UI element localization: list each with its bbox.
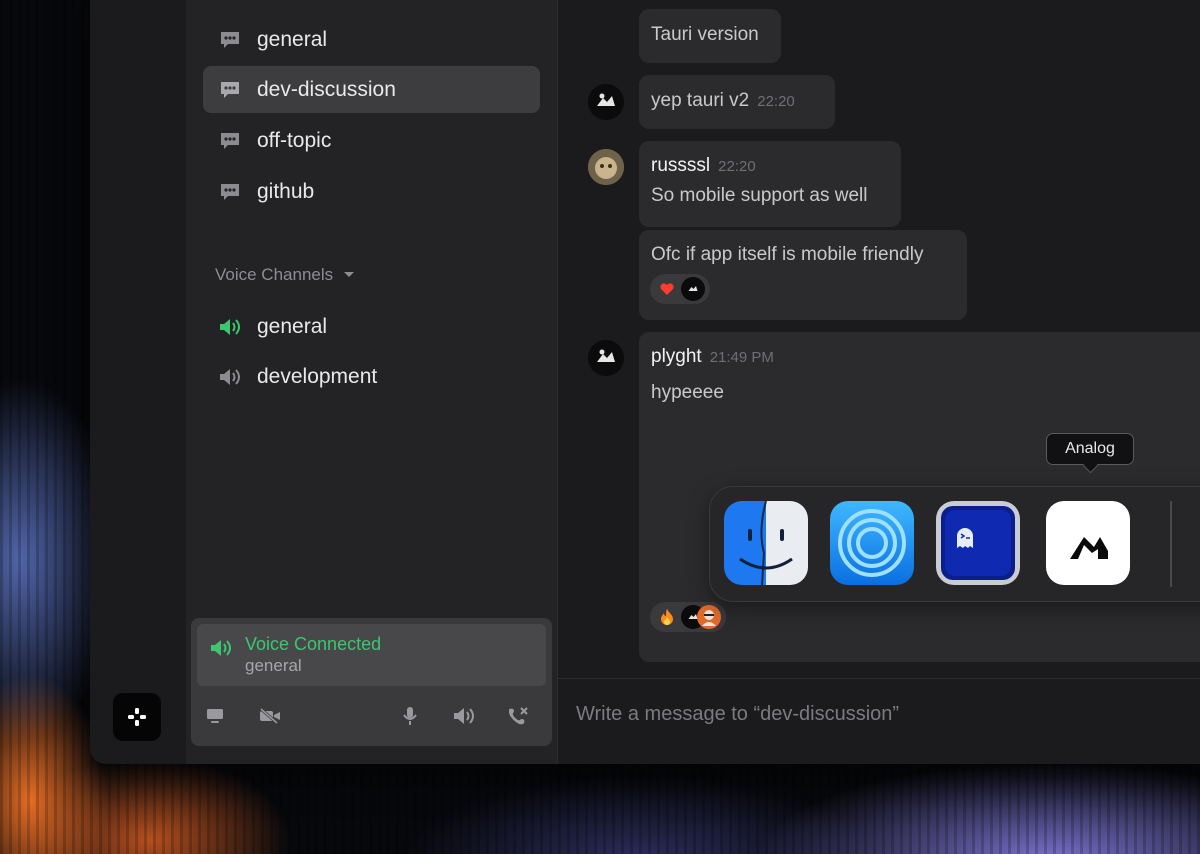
- channel-github[interactable]: github: [203, 168, 540, 215]
- reactor-avatar[interactable]: [697, 605, 721, 629]
- video-toggle-button[interactable]: [257, 703, 283, 729]
- voice-channel-general[interactable]: general: [203, 303, 540, 350]
- channel-sidebar: general dev-discussion off-topic github …: [186, 0, 558, 764]
- avatar[interactable]: [588, 340, 624, 376]
- dock: [709, 486, 1200, 602]
- chat-bubble-icon: [203, 30, 257, 50]
- channel-general[interactable]: general: [203, 16, 540, 63]
- voice-channels-header[interactable]: Voice Channels: [215, 265, 355, 285]
- speaker-icon: [454, 708, 474, 724]
- speaker-icon: [209, 638, 233, 663]
- deafen-button[interactable]: [451, 703, 477, 729]
- message-timestamp: 22:20: [718, 158, 756, 175]
- fire-reaction-icon[interactable]: [655, 605, 679, 629]
- message-bubble: yep tauri v2 22:20: [639, 75, 835, 129]
- message-bubble: russssl 22:20 So mobile support as well: [639, 141, 901, 227]
- message-bubble: Ofc if app itself is mobile friendly: [639, 230, 967, 320]
- microphone-icon: [403, 707, 417, 725]
- voice-channel-name: general: [245, 656, 302, 675]
- dock-app-ghostty[interactable]: [936, 501, 1020, 585]
- avatar-image-icon: [588, 340, 624, 376]
- phone-hangup-icon: [509, 707, 528, 725]
- airdrop-icon: [838, 509, 906, 577]
- speaker-icon: [203, 317, 257, 337]
- channel-label: dev-discussion: [257, 77, 396, 101]
- voice-panel: Voice Connected general: [191, 618, 552, 746]
- dock-separator: [1170, 501, 1172, 587]
- avatar-image-icon: [588, 84, 624, 120]
- chat-bubble-icon: [203, 80, 257, 100]
- message-text: So mobile support as well: [651, 185, 868, 206]
- microphone-button[interactable]: [397, 703, 423, 729]
- message-timestamp: 21:49 PM: [709, 349, 774, 366]
- channel-label: general: [257, 27, 328, 51]
- channel-label: general: [257, 314, 328, 338]
- ghostty-icon: [941, 506, 1015, 580]
- channel-label: off-topic: [257, 128, 332, 152]
- finder-icon: [739, 501, 793, 585]
- message-author[interactable]: russssl: [651, 155, 710, 176]
- speaker-icon: [203, 367, 257, 387]
- video-off-icon: [260, 707, 280, 725]
- server-rail: [90, 0, 186, 764]
- message-bubble: Tauri version: [639, 9, 781, 63]
- dock-app-airdrop[interactable]: [830, 501, 914, 585]
- reaction-group[interactable]: [650, 602, 726, 632]
- dock-app-finder[interactable]: [724, 501, 808, 585]
- avatar[interactable]: [588, 149, 624, 185]
- channel-off-topic[interactable]: off-topic: [203, 117, 540, 164]
- message-text: Ofc if app itself is mobile friendly: [651, 244, 924, 265]
- message-text: yep tauri v2: [651, 90, 750, 111]
- chat-area: Tauri version yep tauri v2 22:20 russssl 2…: [558, 0, 1200, 764]
- channel-dev-discussion[interactable]: dev-discussion: [203, 66, 540, 113]
- screen-share-button[interactable]: [202, 703, 228, 729]
- analog-icon: [1070, 537, 1108, 559]
- caret-down-icon: [344, 272, 355, 277]
- monitor-icon: [207, 709, 223, 723]
- chat-bubble-icon: [203, 131, 257, 151]
- reaction-group[interactable]: [650, 274, 710, 304]
- voice-connected-label: Voice Connected: [245, 634, 382, 654]
- section-title-label: Voice Channels: [215, 265, 334, 284]
- chat-bubble-icon: [203, 182, 257, 202]
- disconnect-button[interactable]: [505, 703, 531, 729]
- app-logo-button[interactable]: [113, 693, 161, 741]
- message-text: Tauri version: [651, 24, 759, 45]
- dock-app-analog[interactable]: [1046, 501, 1130, 585]
- reactor-avatar[interactable]: [681, 277, 705, 301]
- message-text: hypeeee: [651, 382, 724, 403]
- app-window: general dev-discussion off-topic github …: [90, 0, 1200, 764]
- message-input[interactable]: [576, 697, 1176, 731]
- message-author[interactable]: plyght: [651, 346, 702, 367]
- app-logo-icon: [128, 708, 146, 726]
- channel-label: github: [257, 179, 315, 203]
- avatar-image-icon: [588, 149, 624, 185]
- composer: [558, 678, 1200, 764]
- message-timestamp: 22:20: [757, 93, 795, 110]
- voice-status: Voice Connected general: [197, 624, 546, 686]
- heart-reaction-icon[interactable]: [655, 277, 679, 301]
- channel-label: development: [257, 364, 378, 388]
- dock-tooltip: Analog: [1046, 433, 1134, 465]
- avatar[interactable]: [588, 84, 624, 120]
- voice-channel-development[interactable]: development: [203, 353, 540, 400]
